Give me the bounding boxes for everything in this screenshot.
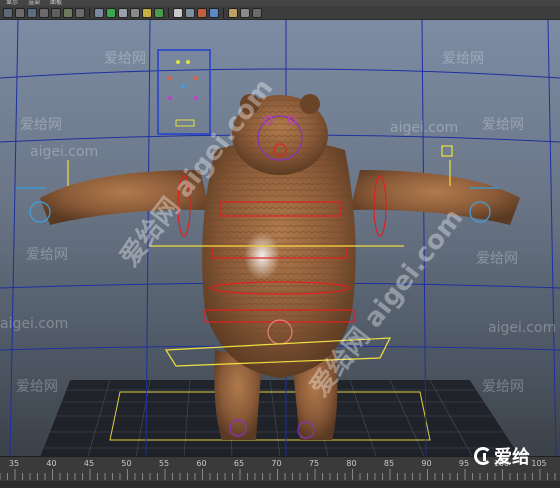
time-tick-label: 50 xyxy=(121,459,131,468)
time-tick-label: 65 xyxy=(234,459,244,468)
sphere-icon[interactable] xyxy=(173,7,183,18)
toolbar-separator xyxy=(223,7,224,18)
xray-icon[interactable] xyxy=(240,7,250,18)
time-tick-label: 75 xyxy=(309,459,319,468)
texture-icon[interactable] xyxy=(130,7,140,18)
toolbar-separator xyxy=(168,7,169,18)
time-tick-label: 85 xyxy=(384,459,394,468)
image-plane-icon[interactable] xyxy=(63,7,73,18)
time-tick-label: 80 xyxy=(346,459,356,468)
film-icon[interactable] xyxy=(39,7,49,18)
ambient-occlusion-icon[interactable] xyxy=(185,7,195,18)
text-icon[interactable] xyxy=(75,7,85,18)
brand-logo-text: 爱给 xyxy=(494,447,530,468)
time-tick-label: 45 xyxy=(84,459,94,468)
wireframe-icon[interactable] xyxy=(106,7,116,18)
panel-toolbar xyxy=(0,6,560,20)
brand-logo: 爱给 xyxy=(474,441,530,471)
toolbar-separator xyxy=(89,7,90,18)
time-tick-label: 70 xyxy=(271,459,281,468)
time-tick-label: 40 xyxy=(46,459,56,468)
grid-icon[interactable] xyxy=(3,7,13,18)
viewport-3d[interactable]: 爱给网 爱给网 爱给网 爱给网 aigei.com aigei.com 爱给网 … xyxy=(0,20,560,456)
time-tick-label: 35 xyxy=(9,459,19,468)
isolate-icon[interactable] xyxy=(228,7,238,18)
frame-icon[interactable] xyxy=(15,7,25,18)
xray-joints-icon[interactable] xyxy=(252,7,262,18)
bookmark-icon[interactable] xyxy=(51,7,61,18)
time-tick-label: 95 xyxy=(459,459,469,468)
time-tick-label: 55 xyxy=(159,459,169,468)
antialias-icon[interactable] xyxy=(209,7,219,18)
shadow-icon[interactable] xyxy=(154,7,164,18)
cube-icon[interactable] xyxy=(94,7,104,18)
floor-grid xyxy=(39,379,521,456)
light-icon[interactable] xyxy=(142,7,152,18)
time-tick-label: 105 xyxy=(531,459,546,468)
camera-icon[interactable] xyxy=(27,7,37,18)
smooth-shade-icon[interactable] xyxy=(118,7,128,18)
brand-logo-icon xyxy=(474,447,492,465)
motion-blur-icon[interactable] xyxy=(197,7,207,18)
time-tick-label: 60 xyxy=(196,459,206,468)
picker-panel[interactable] xyxy=(157,49,211,135)
time-tick-label: 90 xyxy=(421,459,431,468)
scene-canvas[interactable] xyxy=(0,20,560,456)
